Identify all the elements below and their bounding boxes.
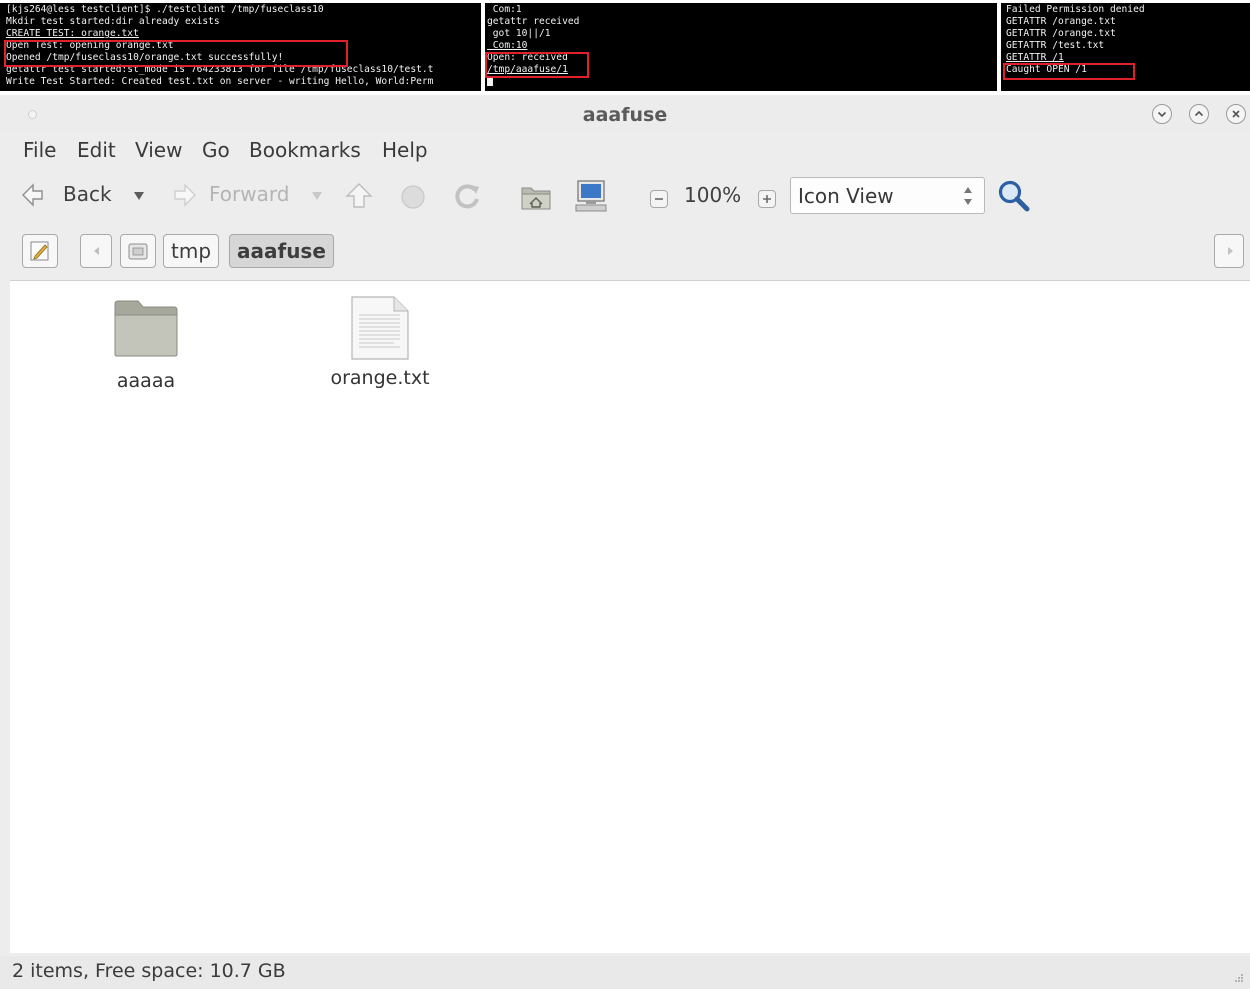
home-folder-icon[interactable] bbox=[519, 182, 553, 212]
maximize-button[interactable] bbox=[1189, 104, 1209, 124]
annotation-box bbox=[485, 52, 589, 78]
file-item-folder[interactable]: aaaaa bbox=[96, 298, 196, 392]
chevron-up-icon bbox=[1194, 110, 1204, 117]
back-label: Back bbox=[63, 182, 112, 206]
terminal-line: Mkdir test started:dir already exists bbox=[6, 16, 220, 27]
file-view-area[interactable]: aaaaa orange.txt bbox=[10, 280, 1250, 953]
zoom-out-button[interactable] bbox=[650, 190, 668, 208]
title-bar[interactable]: aaafuse bbox=[0, 95, 1250, 133]
chevron-down-icon bbox=[1157, 111, 1167, 118]
terminal-line: got 10||/1 bbox=[487, 28, 551, 39]
forward-history-dropdown-icon[interactable] bbox=[311, 191, 323, 201]
plus-icon bbox=[763, 195, 771, 203]
annotation-box bbox=[4, 40, 348, 67]
window-title: aaafuse bbox=[582, 104, 668, 126]
menu-help[interactable]: Help bbox=[382, 138, 428, 162]
path-scroll-left-button[interactable] bbox=[80, 234, 112, 268]
minus-icon bbox=[655, 198, 663, 200]
search-icon[interactable] bbox=[996, 178, 1032, 214]
text-file-icon bbox=[351, 296, 409, 360]
menu-go[interactable]: Go bbox=[202, 138, 230, 162]
forward-button[interactable]: Forward bbox=[170, 177, 292, 211]
resize-grip-icon[interactable] bbox=[1234, 973, 1244, 983]
edit-pencil-icon bbox=[30, 241, 49, 261]
path-root-button[interactable] bbox=[120, 234, 156, 268]
file-manager-window: aaafuse File Edit View Go Bookmarks Help… bbox=[0, 95, 1250, 989]
terminal-line: Com:1 bbox=[487, 4, 522, 15]
breadcrumb-aaafuse[interactable]: aaafuse bbox=[229, 234, 334, 268]
file-item-name: aaaaa bbox=[116, 370, 176, 392]
forward-arrow-icon bbox=[174, 183, 196, 207]
status-text: 2 items, Free space: 10.7 GB bbox=[12, 960, 286, 982]
file-item-text[interactable]: orange.txt bbox=[325, 295, 435, 389]
breadcrumb-tmp[interactable]: tmp bbox=[163, 234, 220, 268]
terminal-strip: [kjs264@less testclient]$ ./testclient /… bbox=[0, 0, 1250, 92]
computer-icon[interactable] bbox=[572, 179, 610, 213]
path-scroll-right-button[interactable] bbox=[1214, 234, 1244, 268]
zoom-level: 100% bbox=[684, 183, 742, 207]
up-arrow-icon[interactable] bbox=[344, 181, 374, 211]
close-button[interactable] bbox=[1226, 104, 1246, 124]
toolbar: Back Forward 100% bbox=[0, 173, 1250, 219]
menu-view[interactable]: View bbox=[135, 138, 182, 162]
filesystem-root-icon bbox=[128, 243, 148, 260]
terminal-line: GETATTR /test.txt bbox=[1006, 40, 1105, 51]
terminal-line: Failed Permission denied bbox=[1006, 4, 1145, 15]
back-arrow-icon bbox=[22, 183, 43, 207]
menu-file[interactable]: File bbox=[23, 138, 56, 162]
terminal-line: Write Test Started: Created test.txt on … bbox=[6, 76, 434, 87]
terminal-line: GETATTR /orange.txt bbox=[1006, 28, 1116, 39]
terminal-line: Com:10 bbox=[487, 40, 528, 51]
toggle-location-entry-button[interactable] bbox=[22, 234, 58, 268]
spinner-arrows-icon bbox=[964, 187, 972, 205]
folder-icon bbox=[114, 300, 178, 357]
menu-edit[interactable]: Edit bbox=[77, 138, 116, 162]
chevron-left-icon bbox=[94, 247, 99, 255]
terminal-line: [kjs264@less testclient]$ ./testclient /… bbox=[6, 4, 324, 15]
back-button[interactable]: Back bbox=[20, 177, 118, 211]
file-item-name: orange.txt bbox=[330, 367, 430, 389]
status-bar: 2 items, Free space: 10.7 GB bbox=[0, 956, 1250, 989]
chevron-right-icon bbox=[1228, 247, 1233, 255]
back-history-dropdown-icon[interactable] bbox=[133, 191, 145, 201]
annotation-box bbox=[1003, 63, 1135, 80]
view-mode-select[interactable]: Icon View bbox=[790, 177, 985, 214]
stop-icon[interactable] bbox=[398, 182, 428, 212]
reload-icon[interactable] bbox=[451, 181, 483, 213]
terminal-line: CREATE TEST: orange.txt bbox=[6, 28, 139, 39]
terminal-line: GETATTR /orange.txt bbox=[1006, 16, 1116, 27]
forward-label: Forward bbox=[209, 182, 290, 206]
terminal-line: getattr received bbox=[487, 16, 580, 27]
view-mode-label: Icon View bbox=[798, 184, 894, 208]
location-bar: tmp aaafuse bbox=[0, 233, 1250, 279]
menu-bookmarks[interactable]: Bookmarks bbox=[249, 138, 361, 162]
menu-bar: File Edit View Go Bookmarks Help bbox=[0, 135, 1250, 167]
close-icon bbox=[1232, 110, 1240, 118]
minimize-button[interactable] bbox=[1152, 104, 1172, 124]
zoom-in-button[interactable] bbox=[758, 190, 776, 208]
